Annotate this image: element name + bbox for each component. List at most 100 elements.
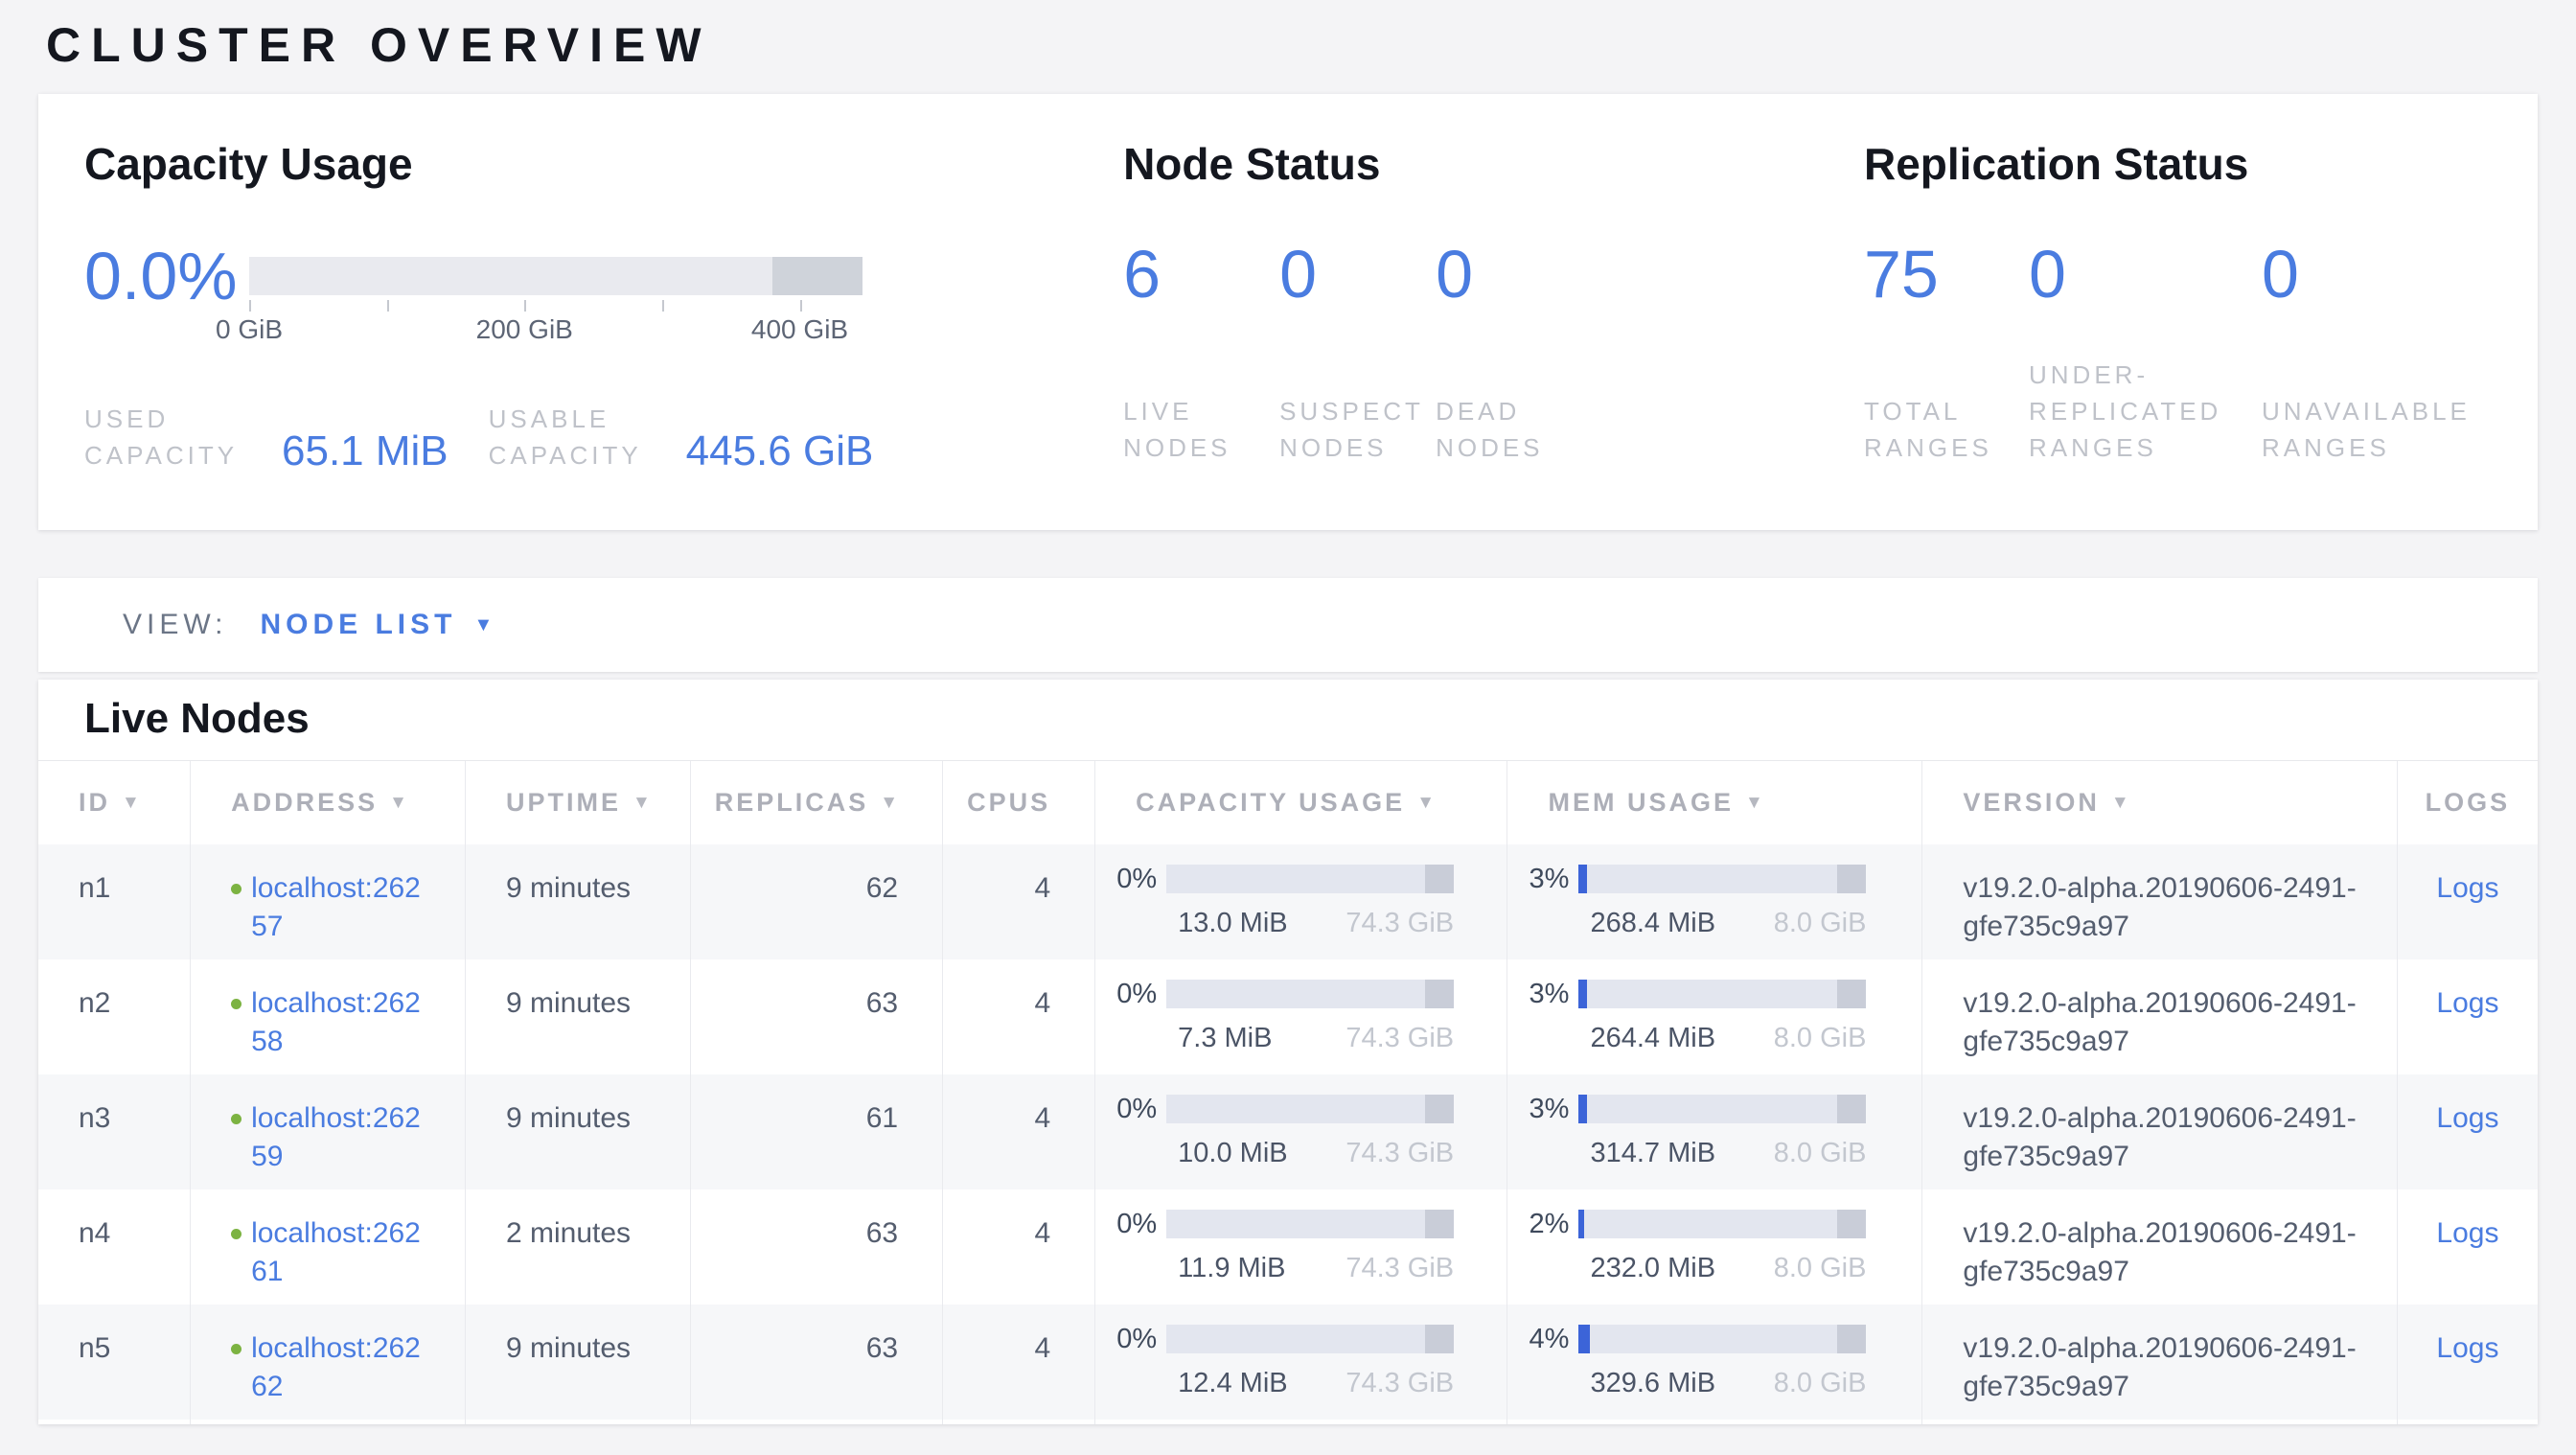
capacity-usage-meter: 0%10.0 MiB74.3 GiB bbox=[1095, 1090, 1506, 1172]
summary-card: Capacity Usage 0.0% 0 GiB200 GiB400 GiB … bbox=[38, 94, 2538, 530]
cell-logs: Logs bbox=[2398, 844, 2538, 959]
cell-node-id: n5 bbox=[38, 1305, 191, 1420]
column-header-replicas[interactable]: REPLICAS▼ bbox=[691, 761, 943, 844]
usage-total-value: 74.3 GiB bbox=[1346, 1019, 1454, 1057]
column-header-label: CAPACITY USAGE bbox=[1136, 788, 1405, 818]
live-nodes-heading: Live Nodes bbox=[38, 680, 2538, 760]
cell-capacity-usage: 0%13.0 MiB74.3 GiB bbox=[1095, 844, 1507, 959]
version-text: v19.2.0-alpha.20190606-2491-gfe735c9a97 bbox=[1963, 1214, 2397, 1291]
usage-percent: 3% bbox=[1507, 1090, 1569, 1128]
capacity-axis-tick bbox=[800, 300, 802, 312]
cell-logs: Logs bbox=[2398, 1305, 2538, 1420]
stat-value: 0 bbox=[1279, 236, 1436, 312]
column-header-version[interactable]: VERSION▼ bbox=[1922, 761, 2398, 844]
cell-empty bbox=[1507, 1420, 1922, 1424]
address-link[interactable]: localhost:26259 bbox=[251, 1099, 435, 1176]
address-link[interactable]: localhost:26257 bbox=[251, 869, 435, 946]
cell-address: localhost:26258 bbox=[191, 959, 466, 1074]
cell-replicas: 63 bbox=[691, 959, 943, 1074]
view-selector-dropdown[interactable]: NODE LIST ▼ bbox=[260, 609, 493, 641]
stat-label: UNAVAILABLE RANGES bbox=[2262, 393, 2492, 466]
column-header-label: ID bbox=[79, 788, 110, 818]
cell-capacity-usage: 0%7.3 MiB74.3 GiB bbox=[1095, 959, 1507, 1074]
cell-empty bbox=[191, 1420, 466, 1424]
cell-replicas: 61 bbox=[691, 1074, 943, 1189]
usage-total-value: 8.0 GiB bbox=[1774, 1249, 1867, 1287]
usage-percent: 0% bbox=[1095, 1320, 1157, 1358]
cell-empty bbox=[691, 1420, 943, 1424]
usage-bar-fill bbox=[1578, 865, 1587, 893]
logs-link[interactable]: Logs bbox=[2436, 1217, 2498, 1249]
capacity-axis-tick bbox=[524, 300, 526, 312]
usage-used-value: 13.0 MiB bbox=[1178, 904, 1287, 942]
cell-empty bbox=[943, 1420, 1095, 1424]
usage-percent: 0% bbox=[1095, 1090, 1157, 1128]
cell-logs: Logs bbox=[2398, 1189, 2538, 1305]
column-header-uptime[interactable]: UPTIME▼ bbox=[466, 761, 691, 844]
cell-version: v19.2.0-alpha.20190606-2491-gfe735c9a97 bbox=[1922, 959, 2398, 1074]
usage-bar-band bbox=[1837, 980, 1866, 1008]
memory-usage-meter: 4%329.6 MiB8.0 GiB bbox=[1507, 1320, 1921, 1402]
address-link[interactable]: localhost:26258 bbox=[251, 984, 435, 1061]
capacity-axis-tick bbox=[249, 300, 251, 312]
cell-memory-usage: 4%329.6 MiB8.0 GiB bbox=[1507, 1305, 1922, 1420]
usage-total-value: 74.3 GiB bbox=[1346, 1134, 1454, 1172]
column-header-memory[interactable]: MEM USAGE ▼ bbox=[1507, 761, 1922, 844]
cell-capacity-usage: 0%12.4 MiB74.3 GiB bbox=[1095, 1305, 1507, 1420]
usage-total-value: 74.3 GiB bbox=[1346, 1364, 1454, 1402]
usage-total-value: 8.0 GiB bbox=[1774, 1019, 1867, 1057]
cell-uptime: 2 minutes bbox=[466, 1189, 691, 1305]
live-nodes-panel: Live Nodes ID▼ADDRESS▼UPTIME▼REPLICAS▼CP… bbox=[38, 680, 2538, 1424]
table-row-partial bbox=[38, 1420, 2538, 1424]
sort-arrow-icon: ▼ bbox=[632, 793, 651, 814]
cell-replicas: 62 bbox=[691, 844, 943, 959]
live-status-icon bbox=[231, 884, 242, 894]
usage-bar bbox=[1578, 1210, 1866, 1238]
column-header-address[interactable]: ADDRESS ▼ bbox=[191, 761, 466, 844]
live-status-icon bbox=[231, 999, 242, 1009]
column-header-id[interactable]: ID▼ bbox=[38, 761, 191, 844]
sort-arrow-icon: ▼ bbox=[1745, 793, 1763, 814]
usage-total-value: 8.0 GiB bbox=[1774, 1134, 1867, 1172]
memory-usage-meter: 3% 314.7 MiB 8.0 GiB bbox=[1507, 1090, 1921, 1172]
usage-bar-band bbox=[1425, 1210, 1454, 1238]
live-status-icon bbox=[231, 1344, 242, 1354]
usage-used-value: 232.0 MiB bbox=[1590, 1249, 1715, 1287]
stat-label: SUSPECT NODES bbox=[1279, 393, 1436, 466]
usage-bar-band bbox=[1425, 1095, 1454, 1123]
usage-bar-fill bbox=[1578, 1325, 1590, 1353]
cell-replicas: 63 bbox=[691, 1305, 943, 1420]
usage-total-value: 74.3 GiB bbox=[1346, 904, 1454, 942]
stat-label: DEAD NODES bbox=[1436, 393, 1592, 466]
version-text: v19.2.0-alpha.20190606-2491-gfe735c9a97 bbox=[1963, 984, 2397, 1061]
cell-capacity-usage: 0%11.9 MiB74.3 GiB bbox=[1095, 1189, 1507, 1305]
table-row: n3localhost:262599 minutes6140%10.0 MiB7… bbox=[38, 1074, 2538, 1189]
logs-link[interactable]: Logs bbox=[2436, 987, 2498, 1019]
sort-arrow-icon: ▼ bbox=[389, 793, 407, 814]
cell-address: localhost:26262 bbox=[191, 1305, 466, 1420]
sort-arrow-icon: ▼ bbox=[1416, 793, 1435, 814]
capacity-axis-tick-label: 200 GiB bbox=[476, 314, 573, 345]
cell-uptime: 9 minutes bbox=[466, 1074, 691, 1189]
column-header-label: ADDRESS bbox=[231, 788, 378, 818]
column-header-capacity[interactable]: CAPACITY USAGE ▼ bbox=[1095, 761, 1507, 844]
address-link[interactable]: localhost:26261 bbox=[251, 1214, 435, 1291]
node-status-stat-1: 0 SUSPECT NODES bbox=[1279, 236, 1436, 466]
address-link[interactable]: localhost:26262 bbox=[251, 1329, 435, 1406]
logs-link[interactable]: Logs bbox=[2436, 1102, 2498, 1134]
column-header-label: MEM USAGE bbox=[1548, 788, 1734, 818]
usage-bar bbox=[1166, 980, 1454, 1008]
cell-node-id: n1 bbox=[38, 844, 191, 959]
logs-link[interactable]: Logs bbox=[2436, 1332, 2498, 1364]
usage-percent: 3% bbox=[1507, 975, 1569, 1013]
logs-link[interactable]: Logs bbox=[2436, 872, 2498, 904]
sort-arrow-icon: ▼ bbox=[880, 793, 898, 814]
usage-bar-band bbox=[1837, 1210, 1866, 1238]
cell-address: localhost:26261 bbox=[191, 1189, 466, 1305]
table-row: n2localhost:262589 minutes6340%7.3 MiB74… bbox=[38, 959, 2538, 1074]
replication-status-stat-0: 75TOTAL RANGES bbox=[1864, 236, 2029, 466]
replication-status-section: Replication Status 75TOTAL RANGES0UNDER-… bbox=[1864, 138, 2492, 486]
usage-used-value: 314.7 MiB bbox=[1590, 1134, 1715, 1172]
capacity-usage-meter: 0%12.4 MiB74.3 GiB bbox=[1095, 1320, 1506, 1402]
usage-bar-fill bbox=[1578, 1095, 1587, 1123]
